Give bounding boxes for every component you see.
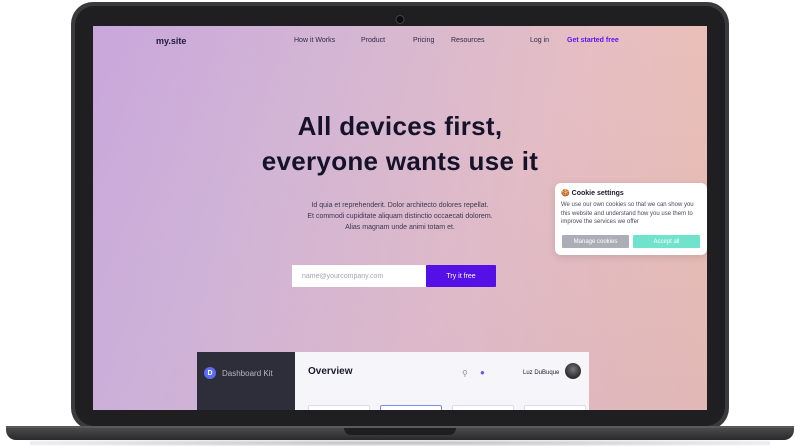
- site-logo[interactable]: my.site: [156, 36, 186, 46]
- dashboard-card-active: [380, 405, 442, 410]
- dashboard-user-name: Luz DuBuque: [523, 370, 560, 376]
- nav-product[interactable]: Product: [361, 37, 385, 44]
- hero-title-line2: everyone wants use it: [261, 146, 539, 176]
- cookie-icon: 🍪: [561, 190, 570, 197]
- cookie-settings-panel: 🍪 Cookie settings We use our own cookies…: [555, 183, 707, 255]
- nav-pricing[interactable]: Pricing: [413, 37, 434, 44]
- dashboard-sidebar: D Dashboard Kit: [197, 352, 295, 410]
- manage-cookies-button[interactable]: Manage cookies: [562, 235, 629, 248]
- cookie-title-text: Cookie settings: [571, 190, 624, 197]
- cookie-description: We use our own cookies so that we can sh…: [561, 202, 694, 225]
- dashboard-title: Overview: [308, 366, 353, 377]
- nav-resources[interactable]: Resources: [451, 37, 484, 44]
- dashboard-preview: D Dashboard Kit Overview ⚲ ● Luz DuBuque: [197, 352, 589, 410]
- dashboard-card: [308, 405, 370, 410]
- email-input[interactable]: [292, 265, 426, 287]
- dashboard-brand: Dashboard Kit: [222, 369, 273, 378]
- laptop-shadow: [30, 440, 770, 446]
- bell-icon[interactable]: ●: [480, 368, 485, 377]
- cookie-title: 🍪 Cookie settings: [561, 189, 624, 197]
- search-icon[interactable]: ⚲: [462, 369, 468, 378]
- get-started-link[interactable]: Get started free: [567, 37, 619, 44]
- dashboard-logo-icon: D: [204, 367, 216, 379]
- dashboard-card: [452, 405, 514, 410]
- dashboard-card: [524, 405, 586, 410]
- try-it-free-button[interactable]: Try it free: [426, 265, 496, 287]
- nav-how-it-works[interactable]: How it Works: [294, 37, 335, 44]
- hero-title-line1: All devices first,: [297, 111, 503, 141]
- laptop-screen: my.site How it Works Product Pricing Res…: [93, 26, 707, 410]
- camera-icon: [395, 15, 405, 24]
- laptop-notch: [344, 428, 456, 435]
- avatar[interactable]: [565, 363, 581, 379]
- accept-all-button[interactable]: Accept all: [633, 235, 700, 248]
- login-link[interactable]: Log in: [530, 37, 549, 44]
